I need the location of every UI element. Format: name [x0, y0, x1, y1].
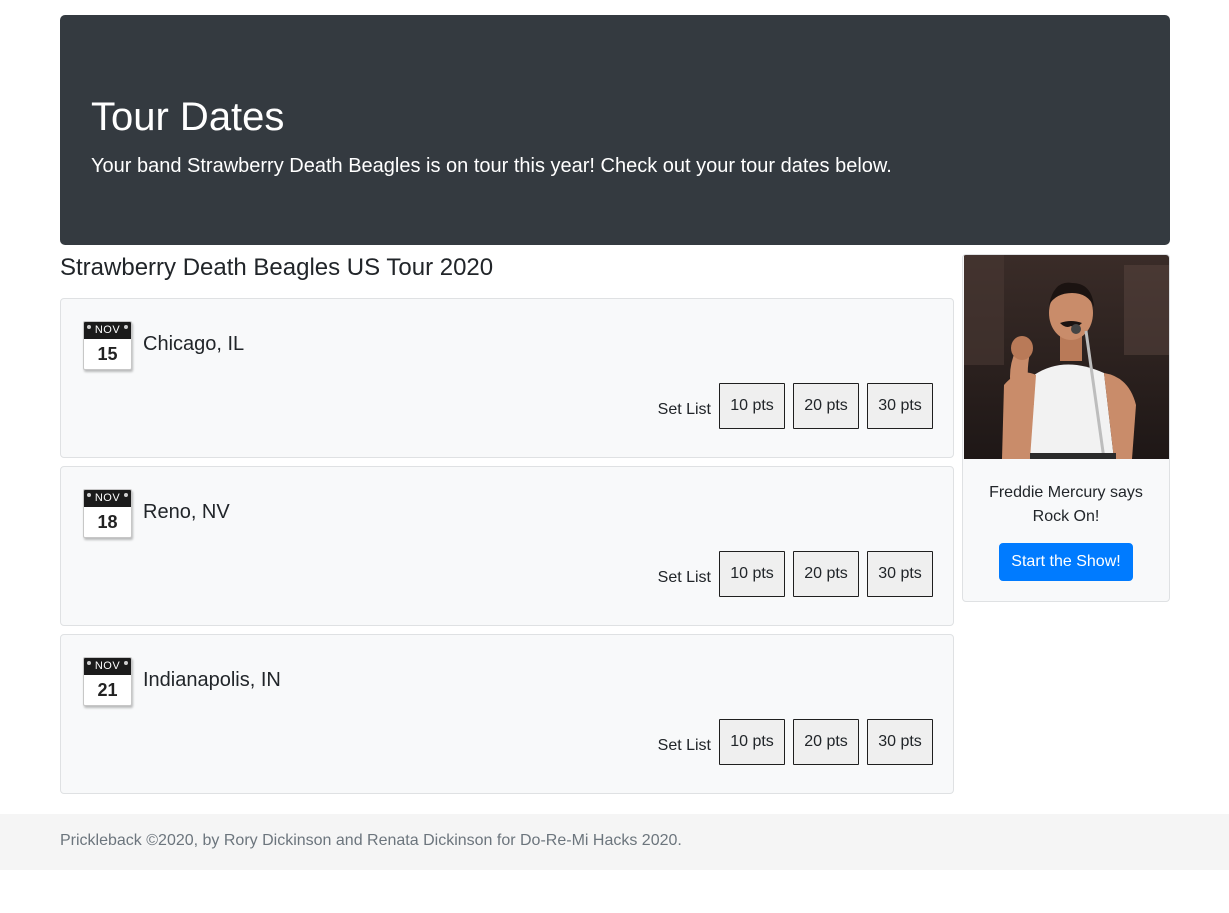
tour-city: Reno, NV: [143, 501, 230, 523]
tour-heading: Strawberry Death Beagles US Tour 2020: [60, 254, 494, 281]
setlist-30-pts-button[interactable]: 30 pts: [867, 383, 933, 429]
calendar-month: NOV: [84, 490, 131, 507]
setlist-label: Set List: [657, 569, 711, 586]
setlist-group: Set List 10 pts 20 pts 30 pts: [658, 551, 933, 597]
setlist-20-pts-button[interactable]: 20 pts: [793, 719, 859, 765]
setlist-10-pts-button[interactable]: 10 pts: [719, 551, 785, 597]
setlist-group: Set List 10 pts 20 pts 30 pts: [658, 719, 933, 765]
sidebar-caption: Freddie Mercury says Rock On!: [989, 484, 1143, 525]
hero-banner: Tour Dates Your band Strawberry Death Be…: [60, 15, 1170, 245]
setlist-10-pts-button[interactable]: 10 pts: [719, 719, 785, 765]
calendar-day: 21: [97, 680, 118, 700]
calendar-day: 18: [97, 512, 118, 532]
tour-city: Chicago, IL: [143, 333, 245, 355]
setlist-10-pts-button[interactable]: 10 pts: [719, 383, 785, 429]
calendar-icon: NOV 18: [83, 489, 132, 538]
page-title: Tour Dates: [91, 95, 285, 139]
calendar-icon: NOV 15: [83, 321, 132, 370]
setlist-30-pts-button[interactable]: 30 pts: [867, 551, 933, 597]
tour-city: Indianapolis, IN: [143, 669, 281, 691]
start-show-button[interactable]: Start the Show!: [999, 543, 1133, 581]
calendar-month: NOV: [84, 658, 131, 675]
setlist-20-pts-button[interactable]: 20 pts: [793, 383, 859, 429]
tour-date-card: NOV 18 Reno, NV Set List 10 pts 20 pts 3…: [60, 466, 954, 626]
setlist-30-pts-button[interactable]: 30 pts: [867, 719, 933, 765]
setlist-label: Set List: [657, 737, 711, 754]
setlist-20-pts-button[interactable]: 20 pts: [793, 551, 859, 597]
footer: Prickleback ©2020, by Rory Dickinson and…: [0, 814, 1229, 870]
setlist-label: Set List: [657, 401, 711, 418]
tour-date-card: NOV 15 Chicago, IL Set List 10 pts 20 pt…: [60, 298, 954, 458]
setlist-group: Set List 10 pts 20 pts 30 pts: [658, 383, 933, 429]
calendar-day: 15: [97, 344, 118, 364]
footer-text: Prickleback ©2020, by Rory Dickinson and…: [60, 832, 682, 849]
calendar-icon: NOV 21: [83, 657, 132, 706]
tour-date-card: NOV 21 Indianapolis, IN Set List 10 pts …: [60, 634, 954, 794]
hero-subtitle: Your band Strawberry Death Beagles is on…: [91, 155, 892, 177]
calendar-month: NOV: [84, 322, 131, 339]
singer-photo: [964, 255, 1169, 459]
sidebar-card: Freddie Mercury says Rock On! Start the …: [962, 254, 1170, 602]
